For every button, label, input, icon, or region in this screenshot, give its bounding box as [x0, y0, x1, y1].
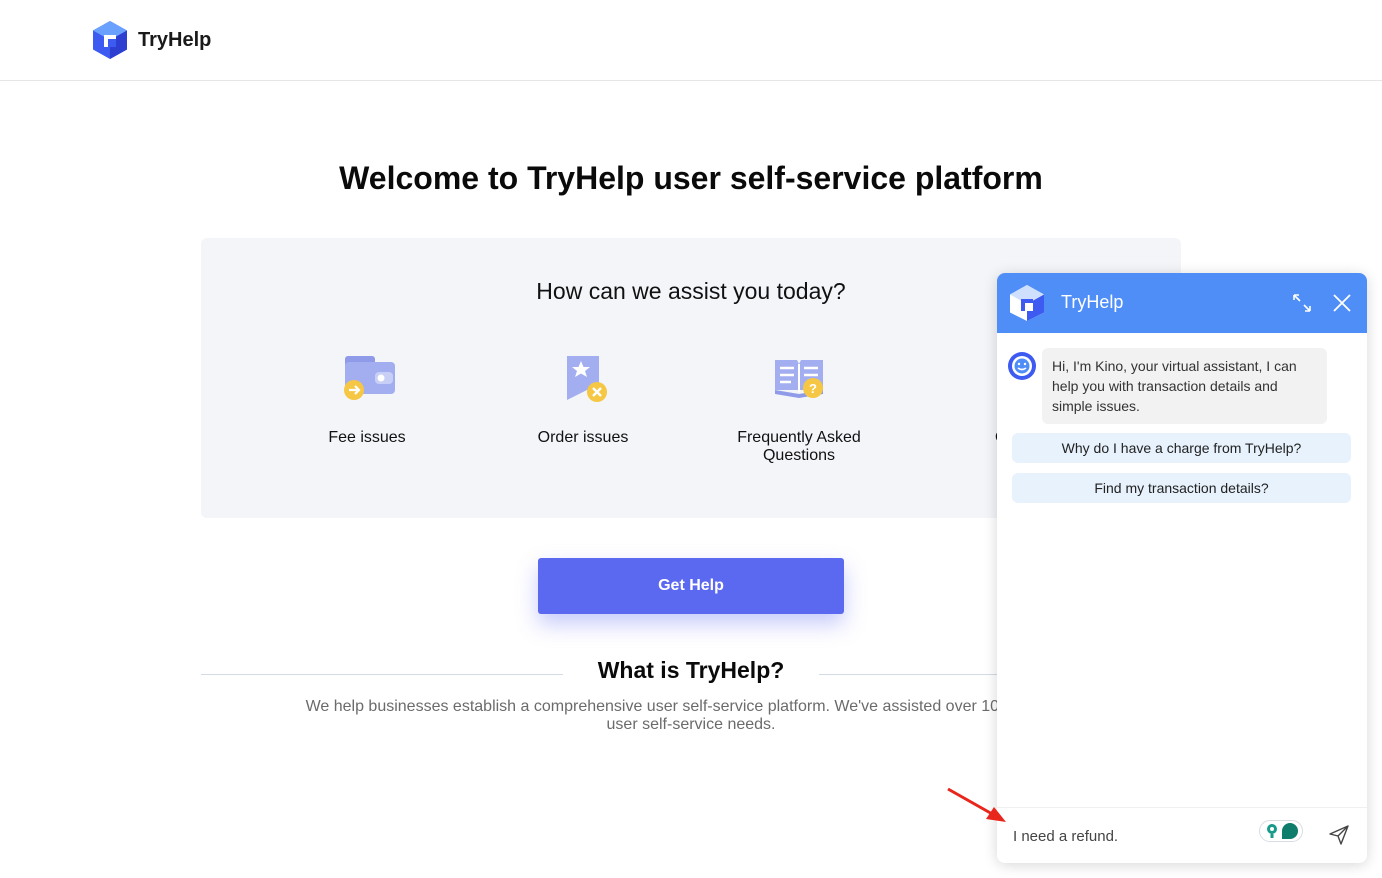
close-chat-button[interactable] — [1330, 291, 1354, 315]
book-question-icon: ? — [775, 360, 823, 398]
get-help-button[interactable]: Get Help — [538, 558, 844, 614]
top-header: TryHelp — [0, 0, 1382, 81]
send-icon — [1329, 825, 1349, 845]
page-title: Welcome to TryHelp user self-service pla… — [339, 160, 1043, 196]
category-fee-issues[interactable]: Fee issues — [282, 350, 452, 447]
send-button[interactable] — [1327, 823, 1351, 847]
order-star-icon — [567, 356, 607, 402]
category-order-issues[interactable]: Order issues — [498, 350, 668, 447]
category-label: Frequently Asked Questions — [737, 429, 861, 464]
bot-avatar-icon — [1008, 352, 1036, 380]
chat-title: TryHelp — [1061, 292, 1124, 312]
category-faq[interactable]: ? Frequently Asked Questions — [714, 350, 884, 465]
close-icon — [1333, 294, 1351, 312]
expand-icon — [1293, 294, 1311, 312]
category-label: Order issues — [537, 429, 629, 446]
svg-text:?: ? — [809, 381, 817, 396]
about-description: We help businesses establish a comprehen… — [305, 698, 1077, 733]
tryhelp-logo-icon — [93, 21, 127, 59]
tryhelp-logo-icon — [1010, 285, 1044, 321]
wallet-icon — [344, 356, 395, 400]
category-label: Fee issues — [328, 429, 406, 446]
chat-message-input[interactable] — [1013, 824, 1243, 848]
expand-button[interactable] — [1290, 291, 1314, 315]
bot-message: Hi, I'm Kino, your virtual assistant, I … — [1042, 348, 1327, 424]
brand-name: TryHelp — [138, 28, 212, 51]
suggestion-transaction[interactable]: Find my transaction details? — [1012, 473, 1351, 503]
ai-assist-icon[interactable] — [1259, 820, 1303, 842]
suggestion-charge[interactable]: Why do I have a charge from TryHelp? — [1012, 433, 1351, 463]
brand-logo[interactable]: TryHelp — [92, 20, 211, 60]
chat-input-bar — [997, 807, 1367, 863]
annotation-arrow-icon — [947, 787, 1006, 822]
chat-header: TryHelp — [997, 273, 1367, 333]
chat-widget: TryHelp Hi, I'm Kino, your virtual assis… — [997, 273, 1367, 863]
